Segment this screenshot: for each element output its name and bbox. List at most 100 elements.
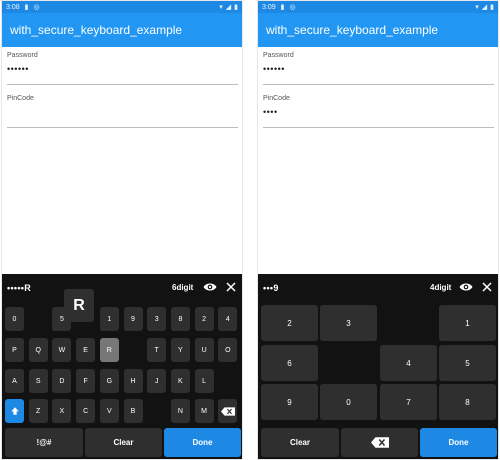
keyboard-header: •••9 4digit — [258, 274, 498, 301]
status-bar: 3:09 ▮ ◎ ▾ ◢ ▮ — [258, 1, 498, 13]
password-label: Password — [7, 52, 38, 59]
key[interactable]: Q — [28, 338, 48, 362]
key[interactable]: D — [52, 369, 72, 393]
key[interactable]: K — [170, 369, 190, 393]
key[interactable]: G — [99, 369, 119, 393]
key[interactable]: 0 — [5, 307, 24, 331]
status-time: 3:09 — [262, 3, 276, 11]
special-chars-button[interactable]: !@# — [5, 428, 83, 457]
password-underline — [263, 84, 494, 85]
key[interactable]: 9 — [123, 307, 143, 331]
key[interactable]: 3 — [147, 307, 167, 331]
digit-key[interactable]: 4 — [380, 345, 437, 381]
keyboard-input-preview: •••9 — [263, 283, 279, 293]
close-icon[interactable] — [481, 281, 493, 293]
blank-key — [29, 307, 48, 331]
close-icon[interactable] — [225, 281, 237, 293]
eye-icon[interactable] — [459, 280, 473, 294]
key[interactable]: L — [194, 369, 214, 393]
keyboard-header: •••••R 6digit — [2, 274, 242, 301]
key[interactable]: S — [28, 369, 48, 393]
status-bar: 3:08 ▮ ◎ ▾ ◢ ▮ — [2, 1, 242, 13]
notification-icon: ◎ — [289, 4, 296, 11]
clear-button[interactable]: Clear — [85, 428, 162, 457]
key[interactable]: H — [123, 369, 143, 393]
done-button[interactable]: Done — [164, 428, 241, 457]
backspace-icon — [370, 437, 389, 448]
password-underline — [7, 84, 238, 85]
sim-icon: ▮ — [280, 4, 285, 11]
backspace-button[interactable] — [341, 428, 418, 457]
key[interactable]: C — [76, 399, 96, 423]
sim-icon: ▮ — [24, 4, 29, 11]
pincode-value — [7, 107, 238, 121]
digit-key[interactable]: 3 — [320, 305, 377, 341]
digit-key[interactable]: 2 — [261, 305, 318, 341]
pincode-field[interactable]: PinCode — [7, 95, 238, 128]
digit-key[interactable]: 8 — [439, 384, 496, 420]
key[interactable]: 4 — [218, 307, 238, 331]
pincode-underline — [263, 127, 494, 128]
key[interactable]: 1 — [99, 307, 119, 331]
key[interactable]: U — [194, 338, 214, 362]
pincode-underline — [7, 127, 238, 128]
digit-count: 4digit — [430, 283, 452, 292]
pincode-value: •••• — [263, 107, 278, 117]
key[interactable]: P — [5, 338, 24, 362]
password-value: •••••• — [263, 64, 285, 74]
digit-key[interactable]: 9 — [261, 384, 318, 420]
password-label: Password — [263, 52, 294, 59]
key[interactable]: 8 — [170, 307, 190, 331]
key[interactable]: T — [147, 338, 167, 362]
key-press-popup: R — [64, 289, 94, 322]
digit-key[interactable]: 5 — [439, 345, 496, 381]
eye-icon[interactable] — [203, 280, 217, 294]
pincode-label: PinCode — [7, 95, 34, 102]
battery-icon: ▮ — [490, 4, 494, 11]
key[interactable]: B — [123, 399, 143, 423]
key[interactable]: M — [194, 399, 214, 423]
key[interactable]: Y — [170, 338, 190, 362]
key[interactable]: V — [99, 399, 119, 423]
blank-key — [380, 305, 437, 341]
key[interactable]: E — [76, 338, 96, 362]
app-bar: with_secure_keyboard_example — [2, 13, 242, 47]
backspace-icon — [220, 406, 235, 416]
key[interactable]: J — [147, 369, 167, 393]
done-button[interactable]: Done — [420, 428, 497, 457]
key[interactable]: 2 — [194, 307, 214, 331]
shift-icon — [10, 407, 19, 415]
key[interactable]: F — [76, 369, 96, 393]
battery-icon: ▮ — [234, 4, 238, 11]
clear-button[interactable]: Clear — [261, 428, 339, 457]
password-value: •••••• — [7, 64, 29, 74]
blank-key — [124, 338, 143, 362]
app-title: with_secure_keyboard_example — [266, 23, 439, 37]
pincode-field[interactable]: PinCode •••• — [263, 95, 494, 128]
keyboard-input-preview: •••••R — [7, 283, 32, 293]
pincode-label: PinCode — [263, 95, 290, 102]
key[interactable]: A — [5, 369, 24, 393]
password-field[interactable]: Password •••••• — [7, 52, 238, 85]
backspace-key[interactable] — [218, 399, 238, 423]
screen-qwerty-keyboard: 3:08 ▮ ◎ ▾ ◢ ▮ with_secure_keyboard_exam… — [1, 0, 243, 460]
key[interactable]: X — [52, 399, 72, 423]
app-title: with_secure_keyboard_example — [10, 23, 183, 37]
key[interactable]: Z — [28, 399, 48, 423]
signal-icon: ◢ — [481, 4, 488, 11]
digit-key[interactable]: 0 — [320, 384, 377, 420]
blank-key — [147, 399, 166, 423]
password-field[interactable]: Password •••••• — [263, 52, 494, 85]
digit-key[interactable]: 1 — [439, 305, 496, 341]
signal-icon: ◢ — [225, 4, 232, 11]
digit-key[interactable]: 6 — [261, 345, 318, 381]
key[interactable]: W — [52, 338, 72, 362]
digit-key[interactable]: 7 — [380, 384, 437, 420]
blank-key — [320, 345, 377, 381]
app-bar: with_secure_keyboard_example — [258, 13, 498, 47]
notification-icon: ◎ — [33, 4, 40, 11]
key[interactable]: O — [218, 338, 238, 362]
key[interactable]: N — [170, 399, 190, 423]
key[interactable]: R — [99, 338, 119, 362]
shift-key[interactable] — [5, 399, 24, 423]
